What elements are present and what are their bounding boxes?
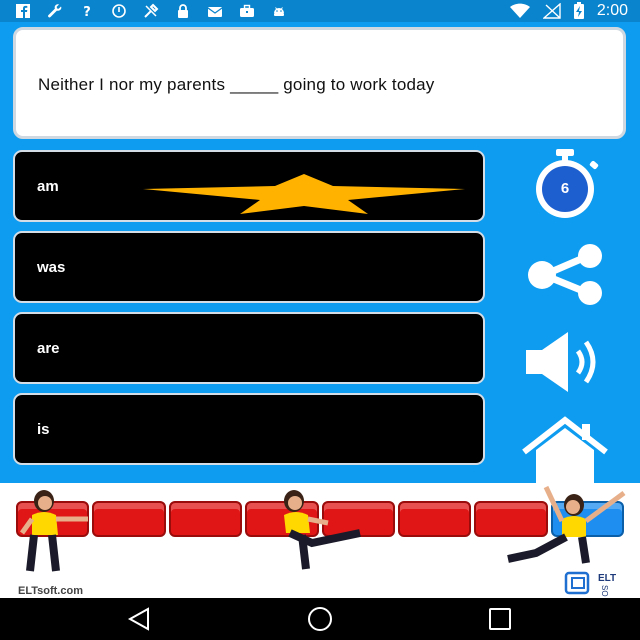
share-icon bbox=[528, 244, 602, 305]
home-button[interactable] bbox=[520, 414, 610, 484]
share-button[interactable] bbox=[520, 242, 610, 312]
svg-text:SOFT: SOFT bbox=[600, 585, 609, 597]
girl-figure-icon bbox=[507, 485, 626, 564]
clock: 2:00 bbox=[596, 2, 628, 19]
answer-label: am bbox=[37, 178, 59, 195]
status-bar: ? 2:00 bbox=[0, 0, 640, 22]
email-icon bbox=[207, 7, 223, 17]
svg-text:ELT: ELT bbox=[598, 573, 616, 584]
android-icon bbox=[274, 7, 284, 16]
wrench-icon bbox=[48, 4, 62, 18]
lock-icon bbox=[178, 4, 188, 18]
wifi-icon bbox=[509, 3, 530, 18]
progress-cell bbox=[168, 501, 243, 537]
quiz-screen: Neither I nor my parents _____ going to … bbox=[0, 22, 640, 484]
answer-button-1[interactable]: am bbox=[13, 150, 485, 222]
answer-button-2[interactable]: was bbox=[13, 231, 485, 303]
timer-value: 6 bbox=[560, 180, 570, 197]
briefcase-icon bbox=[240, 4, 254, 17]
tools-icon bbox=[144, 3, 159, 18]
answer-label: is bbox=[37, 421, 50, 438]
question-card: Neither I nor my parents _____ going to … bbox=[13, 27, 626, 139]
girl-figure-icon bbox=[284, 490, 361, 570]
signal-icon bbox=[542, 3, 561, 19]
facebook-icon bbox=[16, 4, 30, 19]
speaker-icon bbox=[526, 332, 596, 392]
sound-button[interactable] bbox=[520, 327, 610, 397]
progress-cell bbox=[397, 501, 472, 537]
girl-figure-icon bbox=[19, 490, 88, 572]
answer-label: are bbox=[37, 340, 60, 357]
battery-charging-icon bbox=[573, 2, 584, 19]
answer-button-3[interactable]: are bbox=[13, 312, 485, 384]
progress-banner: ELTsoft.com ELT SOFT bbox=[0, 483, 640, 598]
answer-label: was bbox=[37, 259, 66, 276]
sync-disabled-icon bbox=[112, 4, 126, 18]
home-circle-icon[interactable] bbox=[304, 606, 336, 632]
home-icon bbox=[522, 416, 608, 484]
progress-cell bbox=[92, 501, 166, 537]
question-icon: ? bbox=[83, 5, 91, 19]
svg-text:?: ? bbox=[83, 5, 91, 19]
back-icon[interactable] bbox=[124, 606, 156, 632]
recent-apps-icon[interactable] bbox=[484, 606, 516, 632]
star-icon bbox=[143, 174, 465, 214]
brand-label: ELTsoft.com bbox=[18, 585, 83, 597]
timer-button[interactable]: 6 bbox=[520, 146, 610, 218]
notification-icons: ? bbox=[14, 3, 288, 19]
answer-button-4[interactable]: is bbox=[13, 393, 485, 465]
question-text: Neither I nor my parents _____ going to … bbox=[38, 75, 435, 94]
navigation-bar bbox=[0, 598, 640, 640]
eltsoft-logo-icon: ELT SOFT bbox=[564, 571, 616, 597]
